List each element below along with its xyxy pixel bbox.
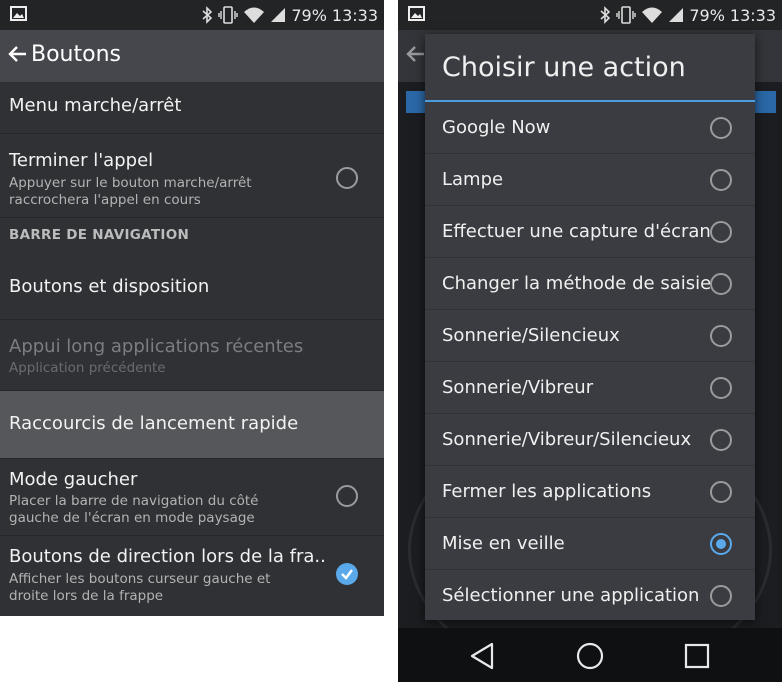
row-left-handed[interactable]: Mode gaucher Placer la barre de navigati…	[0, 459, 384, 536]
check-icon	[341, 569, 353, 580]
left-handed-radio[interactable]	[336, 485, 358, 507]
nav-home-icon[interactable]	[575, 641, 605, 671]
image-icon	[10, 6, 27, 21]
status-bar: 79% 13:33	[0, 0, 384, 30]
option-label: Changer la méthode de saisie	[442, 273, 712, 294]
row-title: Terminer l'appel	[9, 150, 154, 171]
option-radio[interactable]	[710, 481, 732, 503]
row-power-menu[interactable]: Menu marche/arrêt	[0, 82, 384, 134]
row-title: Menu marche/arrêt	[9, 95, 182, 116]
nav-recents-icon[interactable]	[682, 641, 712, 671]
option-select-app[interactable]: Sélectionner une application	[425, 570, 755, 622]
option-ring-vibrate[interactable]: Sonnerie/Vibreur	[425, 362, 755, 414]
battery-level: 79%	[689, 5, 725, 25]
direction-buttons-checkbox[interactable]	[336, 563, 358, 585]
row-quick-launch[interactable]: Raccourcis de lancement rapide	[0, 391, 384, 459]
option-radio[interactable]	[710, 377, 732, 399]
end-call-radio[interactable]	[336, 167, 358, 189]
row-title: Boutons et disposition	[9, 276, 210, 297]
row-subtitle: Placer la barre de navigation du côté ga…	[9, 493, 259, 526]
row-title: Mode gaucher	[9, 469, 138, 490]
vibrate-icon	[616, 6, 637, 24]
section-header: BARRE DE NAVIGATION	[9, 227, 190, 243]
option-radio[interactable]	[710, 117, 732, 139]
option-radio-selected[interactable]	[710, 533, 732, 555]
wifi-icon	[642, 7, 663, 23]
bluetooth-icon	[202, 6, 213, 24]
row-buttons-layout[interactable]: Boutons et disposition	[0, 255, 384, 320]
option-ring-silent[interactable]: Sonnerie/Silencieux	[425, 310, 755, 362]
option-label: Sonnerie/Vibreur	[442, 377, 594, 398]
choose-action-dialog: Choisir une action Google Now Lampe Effe…	[425, 34, 755, 620]
back-arrow-icon	[406, 46, 424, 62]
row-title: Boutons de direction lors de la fra..	[9, 546, 326, 567]
navigation-bar	[398, 628, 782, 682]
option-input-method[interactable]: Changer la méthode de saisie	[425, 258, 755, 310]
option-label: Effectuer une capture d'écran	[442, 221, 711, 242]
option-radio[interactable]	[710, 221, 732, 243]
option-lampe[interactable]: Lampe	[425, 154, 755, 206]
row-title: Appui long applications récentes	[9, 336, 304, 357]
clock: 13:33	[729, 5, 776, 25]
nav-back-icon[interactable]	[468, 641, 498, 671]
option-label: Mise en veille	[442, 533, 565, 554]
signal-icon	[271, 8, 286, 22]
row-long-press-recents: Appui long applications récentes Applica…	[0, 320, 384, 391]
row-subtitle: Afficher les boutons curseur gauche et d…	[9, 571, 271, 604]
option-label: Fermer les applications	[442, 481, 652, 502]
image-icon	[408, 6, 425, 21]
option-screenshot[interactable]: Effectuer une capture d'écran	[425, 206, 755, 258]
app-bar: Boutons	[0, 30, 384, 82]
wifi-icon	[244, 7, 265, 23]
row-title: Raccourcis de lancement rapide	[9, 413, 299, 434]
option-radio[interactable]	[710, 585, 732, 607]
dialog-title: Choisir une action	[442, 52, 686, 83]
clock: 13:33	[331, 5, 378, 25]
bluetooth-icon	[600, 6, 611, 24]
vibrate-icon	[218, 6, 239, 24]
option-label: Sonnerie/Silencieux	[442, 325, 620, 346]
settings-screen: 79% 13:33 Boutons Menu marche/arrêt Term…	[0, 0, 384, 616]
option-ring-vibrate-silent[interactable]: Sonnerie/Vibreur/Silencieux	[425, 414, 755, 466]
option-google-now[interactable]: Google Now	[425, 102, 755, 154]
option-radio[interactable]	[710, 273, 732, 295]
battery-level: 79%	[291, 5, 327, 25]
option-label: Google Now	[442, 117, 551, 138]
option-radio[interactable]	[710, 169, 732, 191]
option-radio[interactable]	[710, 325, 732, 347]
page-title: Boutons	[31, 42, 121, 67]
option-sleep[interactable]: Mise en veille	[425, 518, 755, 570]
action-chooser-screen: 79% 13:33 Choisir une action Google Now …	[398, 0, 782, 682]
row-subtitle: Application précédente	[9, 360, 166, 376]
option-radio[interactable]	[710, 429, 732, 451]
option-label: Sonnerie/Vibreur/Silencieux	[442, 429, 692, 450]
signal-icon	[669, 8, 684, 22]
row-direction-buttons[interactable]: Boutons de direction lors de la fra.. Af…	[0, 536, 384, 616]
status-bar: 79% 13:33	[398, 0, 782, 30]
back-arrow-icon[interactable]	[8, 44, 28, 64]
option-label: Sélectionner une application	[442, 585, 700, 606]
row-subtitle: Appuyer sur le bouton marche/arrêt raccr…	[9, 175, 252, 208]
row-end-call[interactable]: Terminer l'appel Appuyer sur le bouton m…	[0, 134, 384, 218]
option-label: Lampe	[442, 169, 504, 190]
option-close-apps[interactable]: Fermer les applications	[425, 466, 755, 518]
